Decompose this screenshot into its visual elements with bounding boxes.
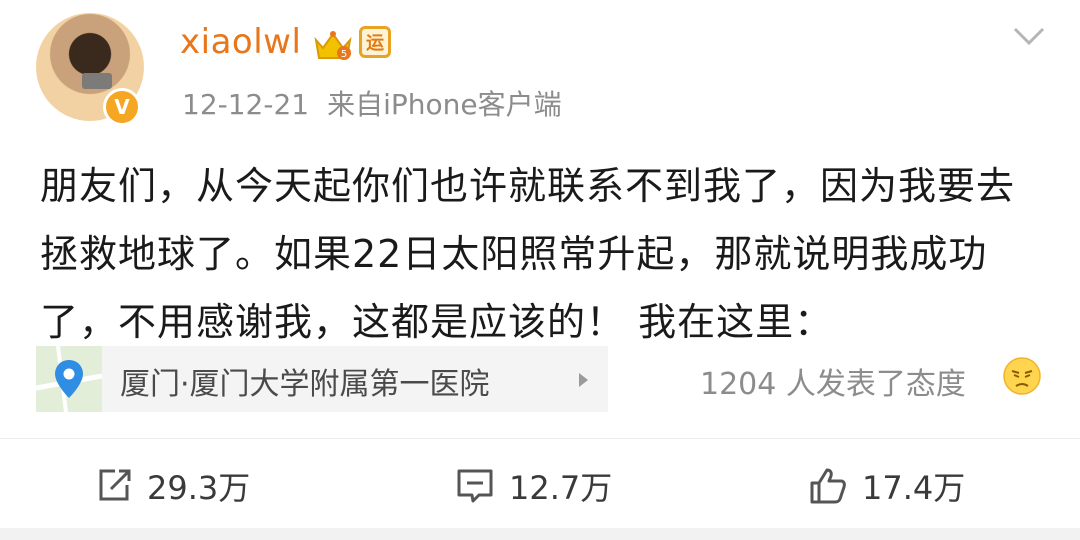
bottom-strip	[0, 528, 1080, 540]
like-icon	[810, 468, 846, 504]
crown-icon: 5	[314, 31, 352, 60]
like-button[interactable]: 17.4万	[808, 462, 965, 510]
repost-icon	[99, 469, 131, 501]
location-card[interactable]: 厦门·厦门大学附属第一医院	[36, 346, 608, 412]
location-arrow-icon	[579, 373, 588, 387]
repost-count: 29.3万	[147, 469, 251, 507]
post-date: 12-12-21	[182, 88, 310, 121]
location-label: 厦门·厦门大学附属第一医院	[120, 367, 490, 402]
svg-text:5: 5	[341, 49, 347, 60]
username[interactable]: xiaolwl	[180, 22, 301, 62]
comment-button[interactable]: 12.7万	[455, 462, 612, 510]
post-source: 来自iPhone客户端	[327, 88, 562, 121]
post-text: 朋友们，从今天起你们也许就联系不到我了，因为我要去拯救地球了。如果22日太阳照常…	[40, 164, 1016, 344]
comment-icon	[457, 469, 493, 503]
location-pin-icon	[36, 346, 102, 412]
camera-icon	[82, 73, 112, 89]
repost-button[interactable]: 29.3万	[95, 462, 250, 510]
yun-badge-icon: 运	[359, 26, 391, 58]
chevron-down-icon[interactable]	[1012, 24, 1046, 48]
reactions-count[interactable]: 1204 人发表了态度	[700, 359, 966, 403]
comment-count: 12.7万	[509, 469, 613, 507]
divider	[0, 438, 1080, 439]
vip-badge-icon: V	[103, 88, 141, 126]
like-count: 17.4万	[862, 469, 966, 507]
post-meta: 12-12-21 来自iPhone客户端	[182, 83, 562, 123]
emoji-icon[interactable]	[1002, 356, 1042, 396]
